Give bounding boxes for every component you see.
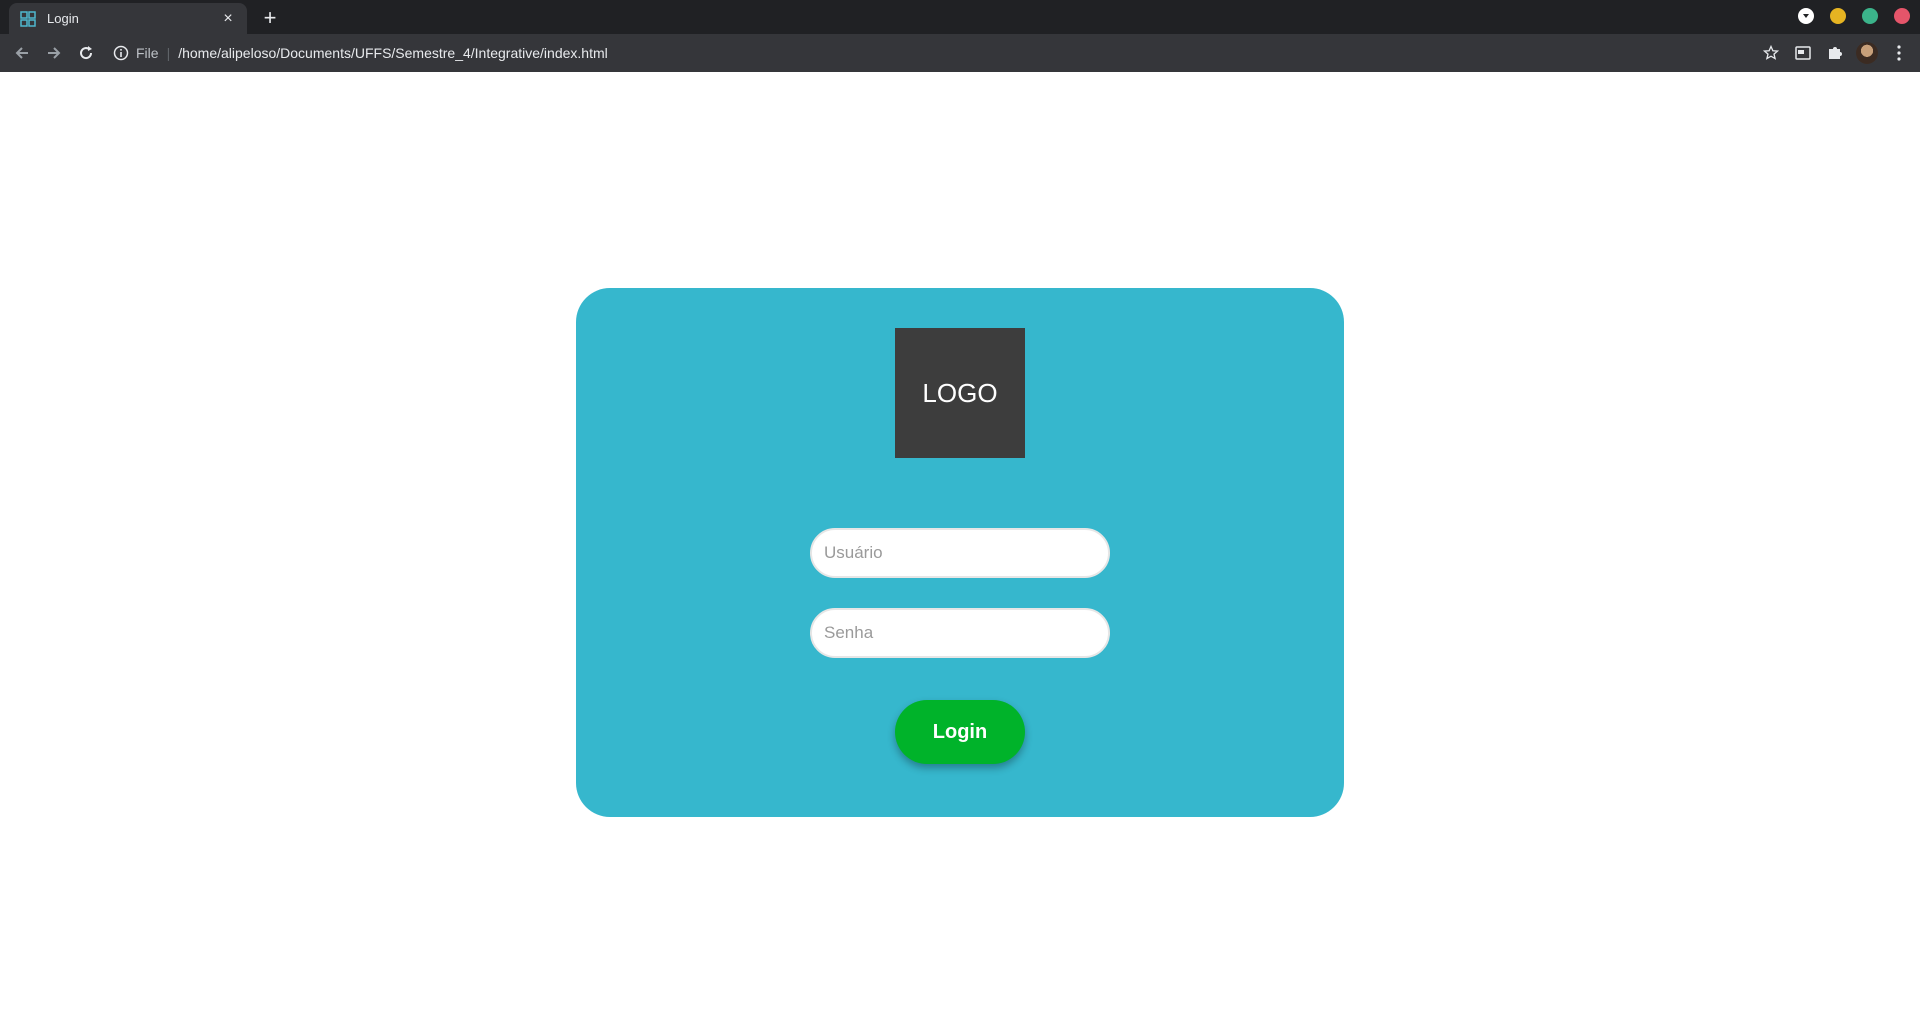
close-window-button[interactable] bbox=[1894, 8, 1910, 24]
url-path: /home/alipeloso/Documents/UFFS/Semestre_… bbox=[178, 45, 608, 61]
window-controls bbox=[1798, 8, 1910, 24]
url-separator: | bbox=[166, 45, 171, 61]
grid-icon bbox=[19, 10, 37, 28]
minimize-button[interactable] bbox=[1830, 8, 1846, 24]
arrow-left-icon[interactable] bbox=[6, 37, 38, 69]
maximize-button[interactable] bbox=[1862, 8, 1878, 24]
reload-icon[interactable] bbox=[70, 37, 102, 69]
star-icon[interactable] bbox=[1760, 42, 1782, 64]
toolbar-actions bbox=[1760, 38, 1910, 68]
media-icon[interactable] bbox=[1792, 42, 1814, 64]
password-field[interactable] bbox=[810, 608, 1110, 658]
close-tab-icon[interactable]: × bbox=[219, 10, 237, 28]
tab-title: Login bbox=[47, 11, 79, 26]
new-tab-button[interactable]: + bbox=[258, 5, 282, 30]
tab-bar: Login × + bbox=[0, 0, 1920, 34]
browser-tab[interactable]: Login × bbox=[9, 3, 247, 34]
username-field[interactable] bbox=[810, 528, 1110, 578]
avatar[interactable] bbox=[1856, 42, 1878, 64]
info-icon[interactable] bbox=[112, 44, 130, 62]
arrow-right-icon[interactable] bbox=[38, 37, 70, 69]
url-scheme: File bbox=[136, 45, 159, 61]
browser-toolbar: File | /home/alipeloso/Documents/UFFS/Se… bbox=[0, 34, 1920, 72]
window-menu-icon[interactable] bbox=[1798, 8, 1814, 24]
login-button[interactable]: Login bbox=[895, 700, 1025, 764]
logo: LOGO bbox=[895, 328, 1025, 458]
page-content: LOGO Login bbox=[0, 72, 1920, 1033]
address-bar[interactable]: File | /home/alipeloso/Documents/UFFS/Se… bbox=[112, 38, 1500, 68]
kebab-menu-icon[interactable] bbox=[1888, 42, 1910, 64]
puzzle-icon[interactable] bbox=[1824, 42, 1846, 64]
login-card: LOGO Login bbox=[576, 288, 1344, 817]
